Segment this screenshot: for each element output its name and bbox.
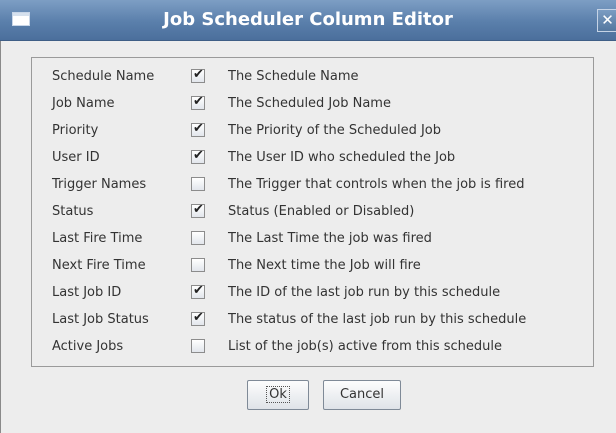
column-name: Trigger Names xyxy=(52,177,147,192)
column-description: The Last Time the job was fired xyxy=(228,231,432,246)
check-icon: ✔ xyxy=(193,148,204,163)
column-row-active-jobs: Active Jobs List of the job(s) active fr… xyxy=(32,334,593,360)
column-name: Last Job ID xyxy=(52,285,122,300)
column-description: The Scheduled Job Name xyxy=(228,96,391,111)
check-icon: ✔ xyxy=(193,94,204,109)
column-description: The User ID who scheduled the Job xyxy=(228,150,456,165)
column-row-job-name: Job Name ✔ The Scheduled Job Name xyxy=(32,91,593,117)
column-name: Last Job Status xyxy=(52,312,149,327)
column-row-last-fire-time: Last Fire Time The Last Time the job was… xyxy=(32,226,593,252)
column-name: Last Fire Time xyxy=(52,231,143,246)
column-checkbox[interactable]: ✔ xyxy=(191,202,205,218)
column-name: Status xyxy=(52,204,94,219)
check-icon: ✔ xyxy=(193,283,204,298)
column-name: Active Jobs xyxy=(52,339,124,354)
check-icon xyxy=(192,175,205,189)
column-name: Priority xyxy=(52,123,99,138)
column-description: The Trigger that controls when the job i… xyxy=(228,177,525,192)
column-row-last-job-id: Last Job ID ✔ The ID of the last job run… xyxy=(32,280,593,306)
column-checkbox[interactable]: ✔ xyxy=(191,148,205,164)
close-button[interactable]: ✕ xyxy=(597,9,616,32)
column-checkbox[interactable] xyxy=(191,231,205,245)
column-checkbox[interactable]: ✔ xyxy=(191,121,205,137)
check-icon xyxy=(192,256,205,270)
column-description: The status of the last job run by this s… xyxy=(228,312,527,327)
window-title: Job Scheduler Column Editor xyxy=(163,9,453,30)
job-scheduler-column-editor-dialog: Job Scheduler Column Editor ✕ Schedule N… xyxy=(0,0,616,433)
column-checkbox[interactable]: ✔ xyxy=(191,283,205,299)
column-checkbox[interactable] xyxy=(191,258,205,272)
column-checkbox[interactable]: ✔ xyxy=(191,310,205,326)
column-row-status: Status ✔ Status (Enabled or Disabled) xyxy=(32,199,593,225)
column-row-trigger-names: Trigger Names The Trigger that controls … xyxy=(32,172,593,198)
check-icon xyxy=(192,337,205,351)
check-icon: ✔ xyxy=(193,310,204,325)
ok-button-label: Ok xyxy=(266,386,290,403)
column-row-last-job-status: Last Job Status ✔ The status of the last… xyxy=(32,307,593,333)
cancel-button[interactable]: Cancel xyxy=(323,380,401,410)
column-name: Schedule Name xyxy=(52,69,155,84)
check-icon: ✔ xyxy=(193,121,204,136)
column-row-priority: Priority ✔ The Priority of the Scheduled… xyxy=(32,118,593,144)
column-description: The ID of the last job run by this sched… xyxy=(228,285,501,300)
button-bar: Ok Cancel xyxy=(1,380,616,412)
check-icon: ✔ xyxy=(193,67,204,82)
column-description: The Priority of the Scheduled Job xyxy=(228,123,442,138)
column-row-user-id: User ID ✔ The User ID who scheduled the … xyxy=(32,145,593,171)
column-description: The Next time the Job will fire xyxy=(228,258,421,273)
ok-button[interactable]: Ok xyxy=(247,380,309,410)
column-checkbox[interactable] xyxy=(191,177,205,191)
column-checkbox[interactable]: ✔ xyxy=(191,94,205,110)
column-description: List of the job(s) active from this sche… xyxy=(228,339,502,354)
column-name: Job Name xyxy=(52,96,115,111)
check-icon xyxy=(192,229,205,243)
column-checkbox[interactable]: ✔ xyxy=(191,67,205,83)
column-description: Status (Enabled or Disabled) xyxy=(228,204,415,219)
column-checkbox[interactable] xyxy=(191,339,205,353)
column-row-schedule-name: Schedule Name ✔ The Schedule Name xyxy=(32,64,593,90)
dialog-content: Schedule Name ✔ The Schedule Name Job Na… xyxy=(0,41,616,433)
column-row-next-fire-time: Next Fire Time The Next time the Job wil… xyxy=(32,253,593,279)
title-bar[interactable]: Job Scheduler Column Editor ✕ xyxy=(0,0,616,41)
column-name: User ID xyxy=(52,150,100,165)
check-icon: ✔ xyxy=(193,202,204,217)
column-name: Next Fire Time xyxy=(52,258,146,273)
column-description: The Schedule Name xyxy=(228,69,359,84)
columns-panel: Schedule Name ✔ The Schedule Name Job Na… xyxy=(31,57,594,367)
